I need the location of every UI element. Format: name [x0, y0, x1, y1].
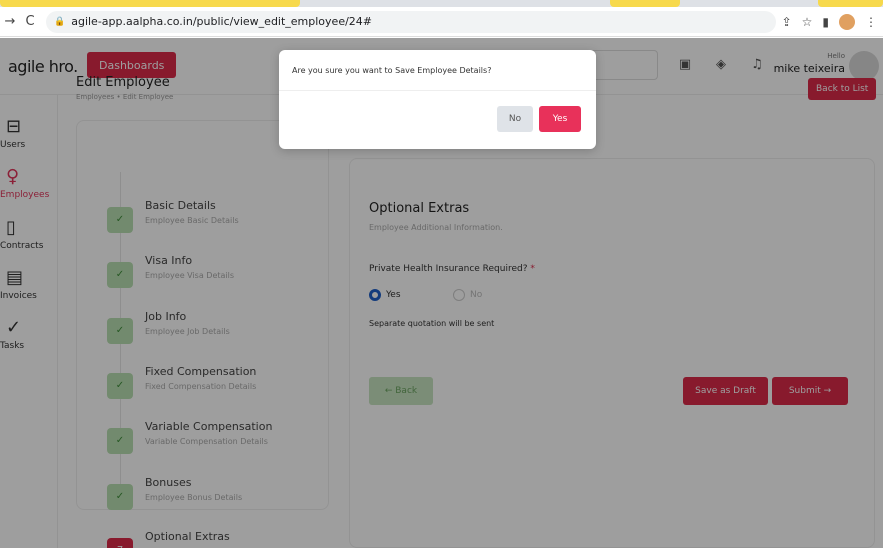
confirm-message: Are you sure you want to Save Employee D… — [292, 66, 492, 75]
yes-button[interactable]: Yes — [539, 106, 581, 132]
dialog-divider — [279, 90, 596, 91]
no-button[interactable]: No — [497, 106, 533, 132]
confirm-dialog: Are you sure you want to Save Employee D… — [279, 50, 596, 149]
